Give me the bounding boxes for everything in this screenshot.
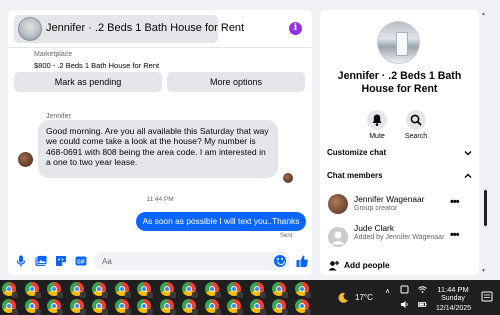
browser-window-icon[interactable]	[137, 299, 153, 315]
browser-window-icon[interactable]	[249, 282, 266, 298]
browser-window-icon[interactable]	[272, 299, 288, 315]
microphone-icon[interactable]	[14, 254, 28, 268]
seen-indicator-avatar	[283, 173, 293, 183]
browser-window-icon[interactable]	[182, 299, 198, 315]
browser-window-icon[interactable]	[24, 282, 41, 298]
chat-header: Jennifer · .2 Beds 1 Bath House for Rent…	[8, 10, 312, 48]
browser-window-icon[interactable]	[294, 282, 311, 298]
temperature[interactable]: 17°C	[355, 293, 373, 302]
customize-chat-label: Customize chat	[327, 148, 387, 157]
tray-chevron-up-icon[interactable]: ∧	[385, 287, 390, 295]
gif-icon[interactable]: GIF	[74, 254, 88, 268]
battery-icon[interactable]	[418, 300, 427, 309]
info-icon[interactable]: i	[289, 22, 302, 35]
bell-icon	[372, 114, 382, 126]
details-scrollbar[interactable]	[484, 190, 487, 226]
member-avatar-default	[328, 227, 348, 247]
add-people-button[interactable]: Add people	[344, 260, 390, 270]
chat-panel: Jennifer · .2 Beds 1 Bath House for Rent…	[8, 10, 312, 275]
more-options-button[interactable]: More options	[167, 72, 305, 92]
wifi-icon[interactable]	[418, 285, 427, 294]
details-title: Jennifer · .2 Beds 1 Bath House for Rent	[337, 70, 462, 95]
scroll-up-arrow[interactable]: ▲	[481, 11, 486, 17]
browser-window-icon[interactable]	[69, 299, 86, 315]
mark-as-pending-button[interactable]: Mark as pending	[14, 72, 162, 92]
browser-window-icon[interactable]	[69, 282, 86, 298]
search-icon	[410, 114, 422, 126]
browser-window-icon[interactable]	[92, 299, 108, 315]
browser-window-icon[interactable]	[227, 299, 243, 315]
chevron-down-icon	[464, 151, 472, 156]
browser-window-icon[interactable]	[92, 282, 108, 298]
browser-window-icon[interactable]	[159, 299, 176, 315]
browser-window-icon[interactable]	[204, 282, 221, 298]
listing-avatar	[18, 17, 42, 41]
chat-members-section[interactable]: Chat members	[327, 171, 473, 180]
notification-icon[interactable]	[480, 288, 494, 308]
chat-title-button[interactable]: Jennifer · .2 Beds 1 Bath House for Rent	[14, 15, 244, 43]
browser-window-icon[interactable]	[204, 299, 221, 315]
outgoing-message: As soon as possible I will text you..Tha…	[136, 212, 306, 231]
browser-window-icon[interactable]	[159, 282, 176, 298]
browser-window-icon[interactable]	[294, 299, 311, 315]
incoming-message: Good morning. Are you all available this…	[38, 120, 278, 178]
scroll-down-arrow[interactable]: ▼	[481, 268, 486, 274]
browser-window-icon[interactable]	[47, 299, 63, 315]
browser-window-icon[interactable]	[2, 282, 18, 298]
photo-icon[interactable]	[34, 254, 48, 268]
chat-title: Jennifer · .2 Beds 1 Bath House for Rent	[46, 22, 245, 34]
taskbar-app-icons	[0, 280, 325, 315]
clock-time[interactable]: 11:44 PM	[436, 285, 470, 294]
listing-photo	[377, 21, 420, 64]
tray-app-icon[interactable]	[400, 285, 409, 294]
search-button[interactable]	[406, 110, 426, 130]
chat-members-label: Chat members	[327, 171, 383, 180]
browser-window-icon[interactable]	[24, 299, 41, 315]
customize-chat-section[interactable]: Customize chat	[327, 148, 473, 157]
sender-name: Jennifer	[46, 113, 71, 120]
browser-window-icon[interactable]	[137, 282, 153, 298]
clock-day[interactable]: Sunday	[436, 295, 470, 302]
message-timestamp: 11:44 PM	[146, 196, 174, 203]
add-person-icon	[328, 261, 339, 271]
message-input-container	[94, 252, 290, 270]
browser-window-icon[interactable]	[272, 282, 288, 298]
mute-button[interactable]	[367, 110, 387, 130]
member-name: Jennifer Wagenaar	[354, 194, 425, 204]
chat-details-panel: Jennifer · .2 Beds 1 Bath House for Rent…	[320, 10, 479, 275]
like-icon[interactable]	[295, 254, 309, 268]
search-label: Search	[404, 133, 428, 140]
member-added-by: Added by Jennifer Wagenaar	[354, 234, 445, 241]
emoji-icon[interactable]	[274, 255, 286, 267]
member-name: Jude Clark	[354, 223, 395, 233]
browser-window-icon[interactable]	[182, 282, 198, 298]
chevron-up-icon	[464, 173, 472, 178]
browser-window-icon[interactable]	[114, 299, 131, 315]
volume-icon[interactable]	[400, 300, 409, 309]
listing-link[interactable]: $800 - .2 Beds 1 Bath House for Rent	[34, 61, 159, 70]
sender-avatar[interactable]	[18, 152, 33, 167]
message-input[interactable]	[102, 252, 272, 270]
mute-label: Mute	[369, 133, 385, 140]
member-options-icon[interactable]: •••	[450, 229, 460, 241]
sticker-icon[interactable]	[54, 254, 68, 268]
member-role: Group creator	[354, 205, 398, 212]
sent-status: Sent	[280, 233, 293, 239]
svg-text:GIF: GIF	[77, 260, 85, 266]
clock-date[interactable]: 12/14/2025	[436, 305, 471, 312]
member-options-icon[interactable]: •••	[450, 196, 460, 208]
moon-weather-icon[interactable]	[338, 292, 349, 303]
browser-window-icon[interactable]	[227, 282, 243, 298]
browser-window-icon[interactable]	[114, 282, 131, 298]
member-avatar	[328, 194, 348, 214]
person-icon	[331, 231, 345, 245]
browser-window-icon[interactable]	[249, 299, 266, 315]
browser-window-icon[interactable]	[47, 282, 63, 298]
marketplace-label: Marketplace	[34, 51, 73, 58]
message-composer: GIF	[8, 248, 312, 275]
browser-window-icon[interactable]	[2, 299, 18, 315]
